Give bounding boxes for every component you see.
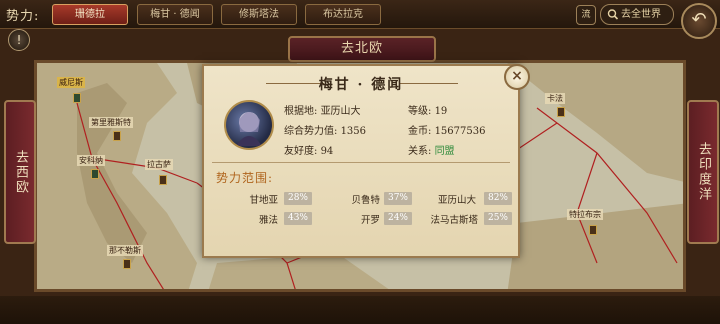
level-label: 等级: — [408, 106, 432, 117]
territory-name: 贝鲁特 — [351, 195, 380, 206]
level-value: 19 — [434, 106, 448, 117]
city-label-venice[interactable]: 威尼斯 — [57, 77, 85, 88]
city-marker[interactable] — [91, 169, 99, 179]
city-marker[interactable] — [557, 107, 565, 117]
flow-button[interactable]: 流 — [576, 5, 596, 25]
city-label-kaffa[interactable]: 卡法 — [545, 93, 565, 104]
go-world-button[interactable]: 去全世界 — [600, 4, 674, 25]
character-portrait-icon — [236, 112, 262, 146]
go-world-label: 去全世界 — [621, 9, 661, 20]
city-marker[interactable] — [113, 131, 121, 141]
territory-name: 雅法 — [258, 215, 278, 226]
close-icon: × — [511, 68, 523, 84]
city-label-trieste[interactable]: 第里雅斯特 — [89, 117, 133, 128]
city-label-trabzon[interactable]: 特拉布宗 — [567, 209, 603, 220]
city-marker[interactable] — [589, 225, 597, 235]
relation-row: 关系: 同盟 — [408, 142, 455, 157]
power-value: 1356 — [340, 126, 367, 137]
search-icon — [607, 5, 619, 31]
friendship-row: 友好度: 94 — [284, 142, 333, 157]
city-marker[interactable] — [123, 259, 131, 269]
level-row: 等级: 19 — [408, 102, 447, 117]
go-indian-ocean-button[interactable]: 去印度洋 — [687, 100, 719, 244]
power-label: 综合势力值: — [284, 126, 338, 137]
territory-name: 甘地亚 — [249, 195, 278, 206]
city-label-ancona[interactable]: 安科纳 — [77, 155, 105, 166]
faction-tab-shandela[interactable]: 珊德拉 — [52, 4, 128, 25]
info-button[interactable]: ! — [8, 29, 30, 51]
faction-tab-budalake[interactable]: 布达拉克 — [305, 4, 381, 25]
territory-name: 亚历山大 — [437, 195, 476, 206]
divider — [212, 162, 510, 163]
territory-percent: 25% — [484, 212, 512, 225]
power-row: 综合势力值: 1356 — [284, 122, 366, 137]
base-label: 根据地: — [284, 106, 318, 117]
exclamation-icon: ! — [16, 33, 22, 47]
go-north-europe-button[interactable]: 去北欧 — [288, 36, 436, 62]
back-button[interactable]: ↶ — [681, 3, 717, 39]
city-label-ragusa[interactable]: 拉古萨 — [145, 159, 173, 170]
go-west-europe-button[interactable]: 去西欧 — [4, 100, 36, 244]
relation-value: 同盟 — [434, 146, 455, 157]
territory-percent: 43% — [284, 212, 312, 225]
territory-percent: 37% — [384, 192, 412, 205]
top-bar: 势力: 珊德拉 梅甘 · 德闻 修斯塔法 布达拉克 流 去全世界 ↶ — [0, 0, 720, 39]
faction-tab-meigan[interactable]: 梅甘 · 德闻 — [137, 4, 213, 25]
gold-value: 15677536 — [434, 126, 486, 137]
gold-row: 金币: 15677536 — [408, 122, 485, 137]
relation-label: 关系: — [408, 146, 432, 157]
territory-name: 开罗 — [360, 215, 380, 226]
gold-label: 金币: — [408, 126, 432, 137]
territory-name: 法马古斯塔 — [430, 215, 478, 226]
faction-tab-xiusitafa[interactable]: 修斯塔法 — [221, 4, 297, 25]
back-arrow-icon: ↶ — [691, 9, 707, 30]
city-label-naples[interactable]: 那不勒斯 — [107, 245, 143, 256]
close-button[interactable]: × — [504, 64, 530, 90]
friendship-label: 友好度: — [284, 146, 318, 157]
base-row: 根据地: 亚历山大 — [284, 102, 361, 117]
dialog-title: 梅甘 · 德闻 — [318, 77, 404, 93]
territory-percent: 82% — [484, 192, 512, 205]
friendship-value: 94 — [320, 146, 334, 157]
territory-section-title: 势力范围: — [216, 171, 274, 185]
territory-percent: 24% — [384, 212, 412, 225]
faction-label: 势力: — [6, 9, 40, 24]
faction-info-dialog: 梅甘 · 德闻 × 根据地: 亚历山大 等级: 19 综合势力值: 1356 金… — [202, 64, 530, 258]
city-marker[interactable] — [159, 175, 167, 185]
base-value: 亚历山大 — [320, 106, 361, 117]
bottom-strip — [0, 296, 720, 324]
territory-percent: 28% — [284, 192, 312, 205]
avatar — [224, 100, 274, 150]
city-marker[interactable] — [73, 93, 81, 103]
